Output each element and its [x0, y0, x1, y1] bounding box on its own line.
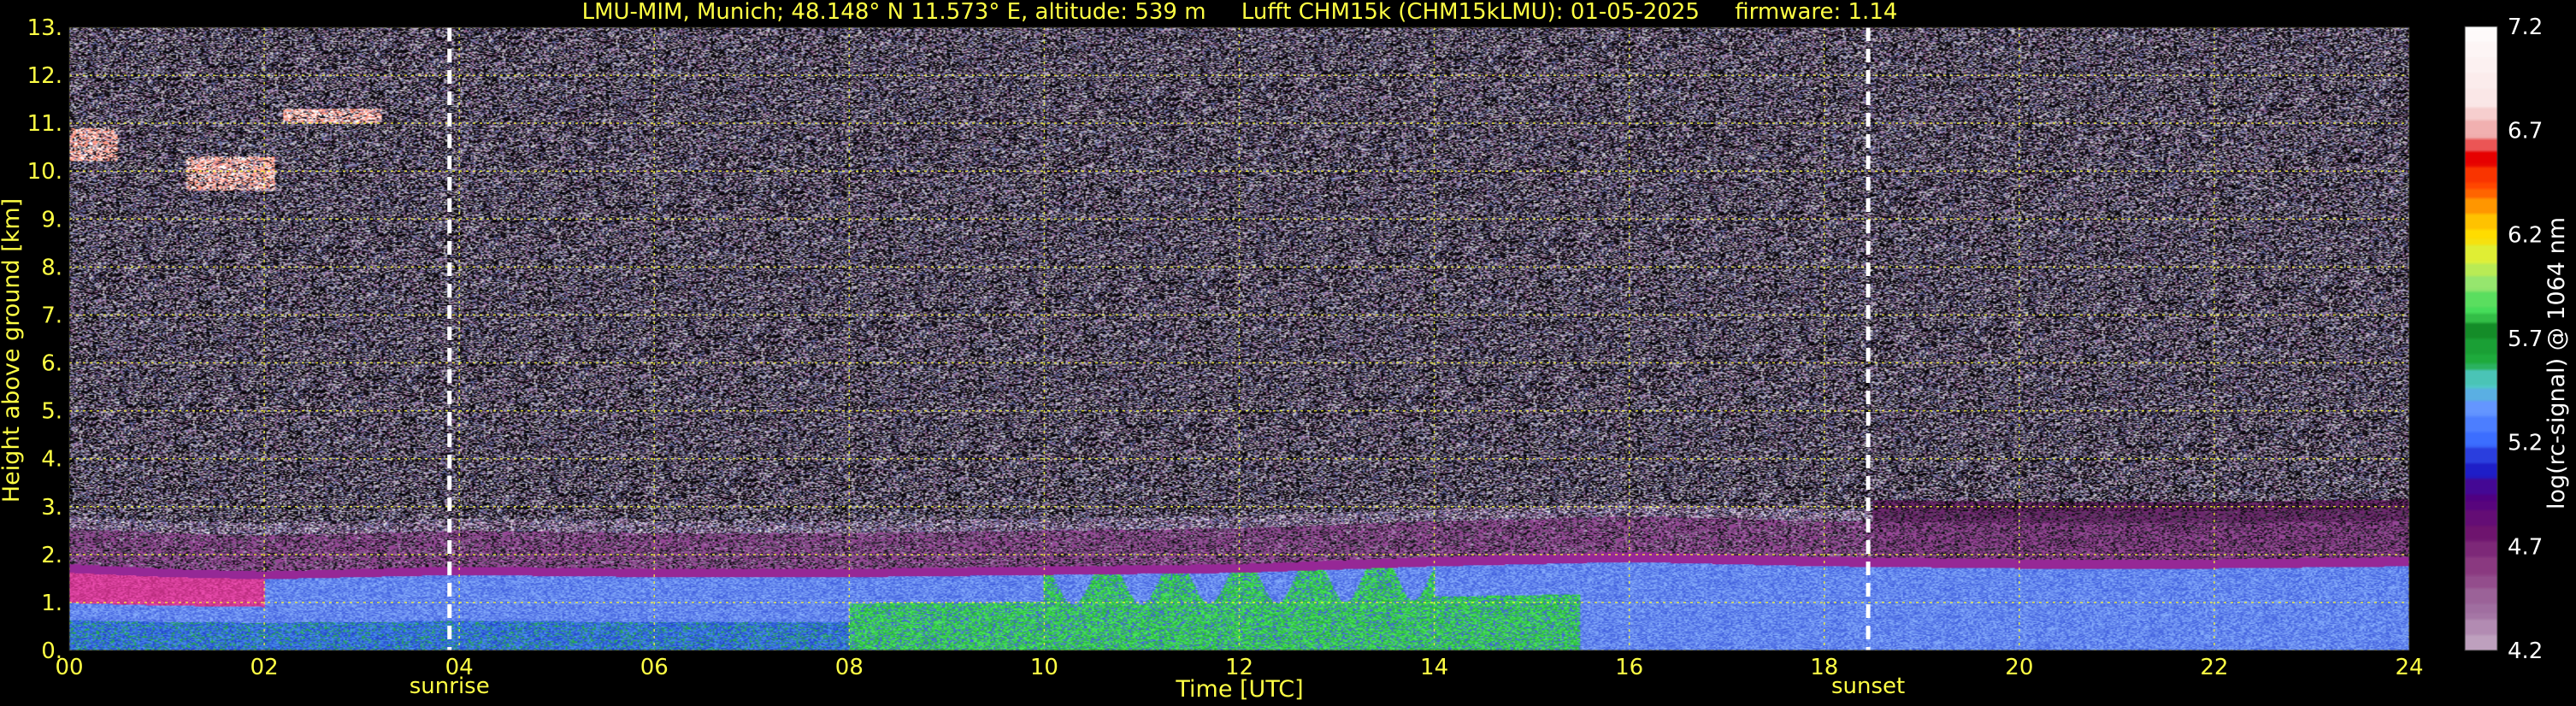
x-tick-label: 20 [2005, 655, 2033, 680]
colorbar-tick-label: 6.7 [2508, 119, 2543, 144]
colorbar-tick-label: 4.7 [2508, 534, 2543, 560]
plot-area [69, 27, 2409, 650]
colorbar-label: log(rc-signal) @ 1064 nm [2544, 217, 2570, 509]
ceilometer-chart: LMU-MIM, Munich; 48.148° N 11.573° E, al… [0, 0, 2576, 706]
sunset-label: sunset [1831, 674, 1905, 699]
y-tick-label: 13. [27, 15, 62, 41]
x-tick-label: 08 [835, 655, 864, 680]
x-tick-label: 22 [2200, 655, 2228, 680]
y-tick-label: 4. [41, 447, 62, 473]
y-tick-label: 3. [41, 495, 62, 521]
x-tick-label: 24 [2395, 655, 2423, 680]
chart-title: LMU-MIM, Munich; 48.148° N 11.573° E, al… [582, 0, 1898, 25]
y-tick-label: 5. [41, 399, 62, 425]
colorbar-image [2465, 26, 2497, 650]
y-tick-label: 2. [41, 543, 62, 568]
x-tick-label: 14 [1420, 655, 1448, 680]
y-tick-label: 8. [41, 255, 62, 280]
x-tick-label: 00 [55, 655, 83, 680]
y-tick-label: 9. [41, 207, 62, 232]
y-tick-label: 6. [41, 351, 62, 377]
y-tick-label: 12. [27, 63, 62, 89]
x-tick-label: 02 [251, 655, 279, 680]
y-axis-label: Height above ground [km] [0, 198, 25, 503]
x-tick-label: 16 [1615, 655, 1643, 680]
colorbar-tick-label: 6.2 [2508, 222, 2543, 248]
colorbar-tick-label: 5.7 [2508, 327, 2543, 352]
y-tick-label: 11. [27, 111, 62, 137]
x-tick-label: 12 [1225, 655, 1253, 680]
y-tick-label: 10. [27, 159, 62, 185]
x-tick-label: 06 [640, 655, 669, 680]
x-tick-label: 10 [1030, 655, 1058, 680]
y-tick-label: 7. [41, 303, 62, 328]
colorbar-tick-label: 5.2 [2508, 431, 2543, 456]
colorbar-tick-label: 7.2 [2508, 15, 2543, 40]
sunrise-label: sunrise [410, 674, 490, 699]
y-tick-label: 1. [41, 591, 62, 616]
heatmap-image [69, 27, 2409, 650]
colorbar-tick-label: 4.2 [2508, 638, 2543, 664]
